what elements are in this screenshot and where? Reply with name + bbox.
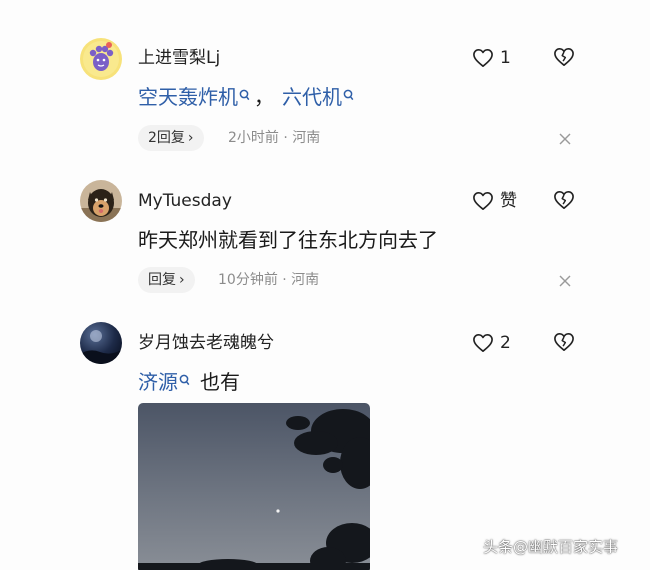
- watermark: 头条@幽默百家实事: [483, 538, 619, 556]
- keyword-link[interactable]: 济源: [138, 370, 194, 394]
- comment-list: 上进雪梨Lj 1 空天轰炸机，六代机 2回复 › 2小时前 · 河南 MyTue…: [0, 0, 650, 570]
- like-count: 2: [500, 333, 511, 353]
- heart-icon: [472, 333, 494, 353]
- search-icon: [179, 367, 190, 393]
- avatar[interactable]: [80, 322, 122, 364]
- comment-text: 济源 也有: [138, 369, 240, 395]
- username[interactable]: 岁月蚀去老魂魄兮: [138, 333, 274, 353]
- comment-item: 岁月蚀去老魂魄兮 2 济源 也有: [0, 0, 650, 570]
- like-button[interactable]: 2: [472, 332, 511, 354]
- comment-text-tail: 也有: [200, 370, 240, 394]
- broken-heart-icon[interactable]: [553, 332, 575, 354]
- comment-photo[interactable]: [138, 403, 370, 570]
